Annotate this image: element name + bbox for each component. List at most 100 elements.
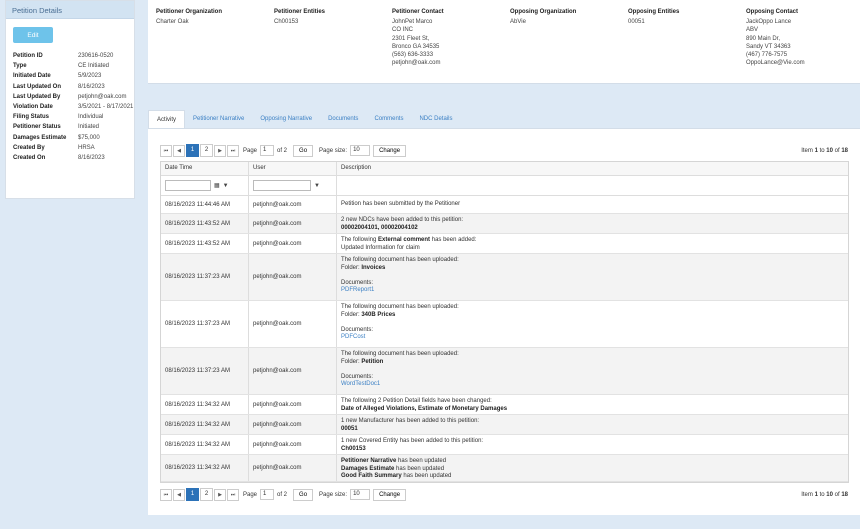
- description-line: 00051: [341, 425, 358, 432]
- detail-value: Individual: [78, 114, 104, 121]
- document-link[interactable]: WordTestDoc1: [341, 381, 844, 389]
- description-line: The following External comment has been …: [341, 237, 477, 243]
- page-size-label: Page size:: [319, 491, 348, 498]
- description-line: 00002004101, 00002004102: [341, 224, 418, 231]
- document-link[interactable]: PDFReport1: [341, 287, 844, 295]
- table-row[interactable]: 08/16/2023 11:37:23 AM petjohn@oak.com The…: [161, 301, 848, 348]
- next-page-button[interactable]: ▶: [214, 488, 226, 501]
- info-line: OppoLance@Vie.com: [746, 60, 805, 67]
- go-button[interactable]: Go: [293, 488, 314, 501]
- column-header: Opposing Contact: [746, 9, 798, 15]
- change-button[interactable]: Change: [373, 144, 407, 157]
- filter-row: ▦ ▼ ▼: [161, 176, 848, 196]
- first-page-button[interactable]: ⏮: [160, 144, 172, 157]
- detail-row: Last Updated On 8/16/2023: [13, 84, 135, 91]
- date-cell: 08/16/2023 11:34:32 AM: [161, 415, 249, 434]
- detail-row: Created On 8/16/2023: [13, 155, 135, 162]
- date-cell: 08/16/2023 11:37:23 AM: [161, 348, 249, 394]
- user-cell: petjohn@oak.com: [249, 301, 337, 347]
- user-cell: petjohn@oak.com: [249, 435, 337, 454]
- table-row[interactable]: 08/16/2023 11:34:32 AM petjohn@oak.com The…: [161, 395, 848, 415]
- go-button[interactable]: Go: [293, 144, 314, 157]
- detail-row: Violation Date 3/5/2021 - 8/17/2021: [13, 104, 135, 111]
- first-page-button[interactable]: ⏮: [160, 488, 172, 501]
- column-date-time[interactable]: Date Time: [161, 162, 249, 175]
- prev-page-button[interactable]: ◀: [173, 144, 185, 157]
- page-input[interactable]: 1: [260, 489, 275, 500]
- detail-value: 8/16/2023: [78, 83, 105, 90]
- user-filter-input[interactable]: [253, 180, 311, 191]
- info-line: CO INC: [392, 27, 413, 34]
- detail-label: Last Updated By: [13, 93, 61, 100]
- prev-page-button[interactable]: ◀: [173, 488, 185, 501]
- table-row[interactable]: 08/16/2023 11:44:46 AM petjohn@oak.com Pet…: [161, 196, 848, 214]
- column-header: Opposing Organization: [510, 9, 577, 15]
- description-cell: The following External comment has been …: [337, 234, 848, 253]
- filter-icon[interactable]: ▼: [314, 183, 320, 189]
- description-line: Folder: 340B Prices: [341, 311, 396, 318]
- tab-documents[interactable]: Documents: [320, 110, 366, 128]
- page-2-button[interactable]: 2: [200, 488, 213, 501]
- user-cell: petjohn@oak.com: [249, 234, 337, 253]
- opposing-contact: Opposing Contact JackOppo Lance ABV 890 Ma…: [746, 9, 805, 68]
- info-line: Bronco GA 34535: [392, 43, 440, 50]
- tab-comments[interactable]: Comments: [366, 110, 411, 128]
- tab-activity[interactable]: Activity: [148, 110, 186, 128]
- detail-value: Initiated: [78, 124, 100, 131]
- table-row[interactable]: 08/16/2023 11:43:52 AM petjohn@oak.com 2 n…: [161, 214, 848, 234]
- petitioner-contact: Petitioner Contact JohnPet Marco CO INC 23…: [392, 9, 444, 68]
- table-row[interactable]: 08/16/2023 11:34:32 AM petjohn@oak.com 1 n…: [161, 415, 848, 435]
- petition-details-panel: Petition Details Edit Petition ID 230616-…: [5, 0, 135, 199]
- info-line: Sandy VT 34363: [746, 43, 791, 50]
- last-page-button[interactable]: ⏭: [227, 488, 239, 501]
- column-user[interactable]: User: [249, 162, 337, 175]
- tab-ndc-details[interactable]: NDC Details: [411, 110, 460, 128]
- page-1-button[interactable]: 1: [186, 144, 199, 157]
- opposing-entities: Opposing Entities 00051: [628, 9, 679, 26]
- page-size-input[interactable]: 10: [350, 145, 371, 156]
- table-row[interactable]: 08/16/2023 11:43:52 AM petjohn@oak.com The…: [161, 234, 848, 254]
- edit-button[interactable]: Edit: [13, 27, 53, 43]
- table-row[interactable]: 08/16/2023 11:37:23 AM petjohn@oak.com The…: [161, 348, 848, 395]
- description-cell: 2 new NDCs have been added to this petit…: [337, 214, 848, 233]
- description-line: The following document has been uploaded…: [341, 304, 459, 310]
- date-cell: 08/16/2023 11:43:52 AM: [161, 214, 249, 233]
- change-button[interactable]: Change: [373, 488, 407, 501]
- petition-info-panel: Petitioner Organization Charter Oak Peti…: [148, 0, 860, 84]
- page-size-input[interactable]: 10: [350, 489, 371, 500]
- detail-label: Damages Estimate: [13, 134, 67, 141]
- detail-row: Damages Estimate $75,000: [13, 135, 135, 142]
- description-cell: 1 new Manufacturer has been added to thi…: [337, 415, 848, 434]
- description-cell: The following document has been uploaded…: [337, 254, 848, 300]
- next-page-button[interactable]: ▶: [214, 144, 226, 157]
- page-count: of 2: [277, 491, 288, 498]
- date-cell: 08/16/2023 11:34:32 AM: [161, 455, 249, 481]
- info-line: Charter Oak: [156, 19, 189, 25]
- date-filter-input[interactable]: [165, 180, 211, 191]
- calendar-icon[interactable]: ▦: [214, 182, 220, 189]
- column-description[interactable]: Description: [337, 162, 848, 175]
- page-input[interactable]: 1: [260, 145, 275, 156]
- detail-value: $75,000: [78, 134, 100, 141]
- filter-icon[interactable]: ▼: [223, 183, 229, 189]
- tab-opposing-narrative[interactable]: Opposing Narrative: [252, 110, 320, 128]
- info-line: (563) 636-3333: [392, 52, 434, 59]
- page-2-button[interactable]: 2: [200, 144, 213, 157]
- detail-label: Type: [13, 63, 27, 70]
- page-1-button[interactable]: 1: [186, 488, 199, 501]
- detail-row: Petition ID 230616-0520: [13, 53, 135, 60]
- document-link[interactable]: PDFCost: [341, 334, 844, 342]
- description-cell: Petition has been submitted by the Petit…: [337, 196, 848, 213]
- description-line: Updated Information for claim: [341, 244, 420, 251]
- table-row[interactable]: 08/16/2023 11:37:23 AM petjohn@oak.com The…: [161, 254, 848, 301]
- table-row[interactable]: 08/16/2023 11:34:32 AM petjohn@oak.com Pet…: [161, 455, 848, 482]
- description-cell: Petitioner Narrative has been updated Dam…: [337, 455, 848, 481]
- info-line: 890 Main Dr,: [746, 35, 781, 42]
- info-line: 00051: [628, 19, 645, 25]
- detail-label: Filing Status: [13, 114, 49, 121]
- description-cell: The following document has been uploaded…: [337, 301, 848, 347]
- description-line: 1 new Covered Entity has been added to t…: [341, 438, 484, 444]
- table-row[interactable]: 08/16/2023 11:34:32 AM petjohn@oak.com 1 n…: [161, 435, 848, 455]
- last-page-button[interactable]: ⏭: [227, 144, 239, 157]
- tab-petitioner-narrative[interactable]: Petitioner Narrative: [185, 110, 252, 128]
